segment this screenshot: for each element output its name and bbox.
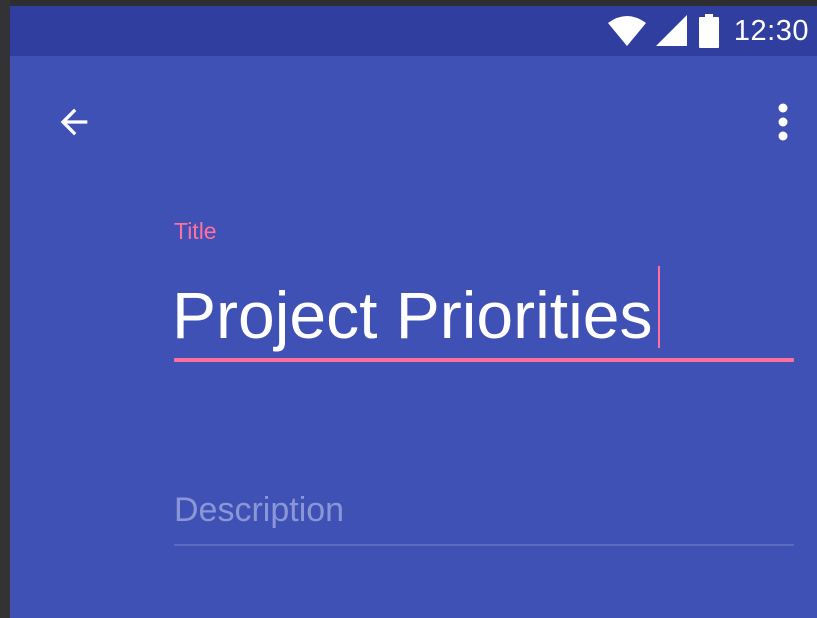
app-screen: 12:30 Title Project Priorities Descripti… <box>10 6 817 618</box>
wifi-icon <box>607 15 646 47</box>
description-underline <box>174 544 794 546</box>
overflow-menu-button[interactable] <box>763 96 803 152</box>
title-text: Project Priorities <box>172 278 653 352</box>
device-frame-left <box>0 0 10 618</box>
status-clock: 12:30 <box>733 14 809 47</box>
back-button[interactable] <box>46 96 102 152</box>
description-placeholder: Description <box>174 491 345 529</box>
arrow-back-icon <box>54 102 94 147</box>
battery-icon <box>698 14 720 48</box>
more-vert-icon <box>777 102 789 147</box>
title-field[interactable]: Title Project Priorities <box>172 210 794 366</box>
title-input-value[interactable]: Project Priorities <box>172 266 661 355</box>
title-label: Title <box>174 218 217 244</box>
description-field[interactable]: Description <box>174 482 794 552</box>
signal-icon <box>655 15 688 47</box>
text-caret <box>658 266 661 348</box>
title-underline <box>174 358 794 362</box>
status-bar: 12:30 <box>10 6 817 56</box>
status-icons: 12:30 <box>607 12 809 50</box>
